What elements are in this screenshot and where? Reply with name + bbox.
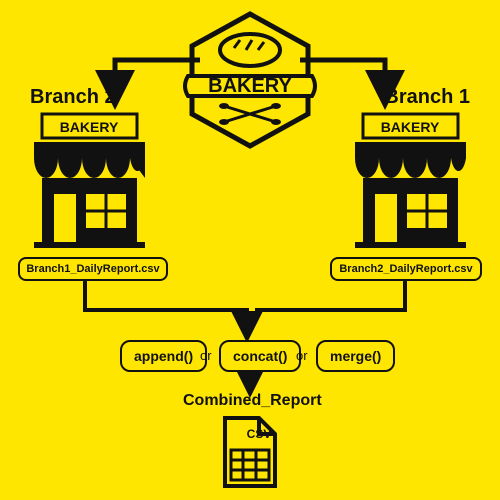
- or-1: or: [200, 348, 212, 363]
- func-concat: concat(): [219, 340, 301, 372]
- bakery-logo: BAKERY: [180, 10, 320, 160]
- file-left: Branch1_DailyReport.csv: [18, 257, 168, 281]
- output-label: Combined_Report: [183, 392, 322, 410]
- file-right: Branch2_DailyReport.csv: [330, 257, 482, 281]
- csv-tag: CSV: [247, 427, 272, 441]
- shop-right-sign: BAKERY: [381, 119, 440, 135]
- branch-right-label: Branch 1: [384, 86, 470, 109]
- branch-left-label: Branch 2: [30, 86, 116, 109]
- shop-left-sign: BAKERY: [60, 119, 119, 135]
- csv-file-icon: CSV: [219, 414, 281, 490]
- func-merge: merge(): [316, 340, 395, 372]
- shop-icon-right: BAKERY: [353, 112, 468, 252]
- func-append: append(): [120, 340, 207, 372]
- logo-text: BAKERY: [208, 75, 292, 97]
- shop-icon-left: BAKERY: [32, 112, 147, 252]
- or-2: or: [296, 348, 308, 363]
